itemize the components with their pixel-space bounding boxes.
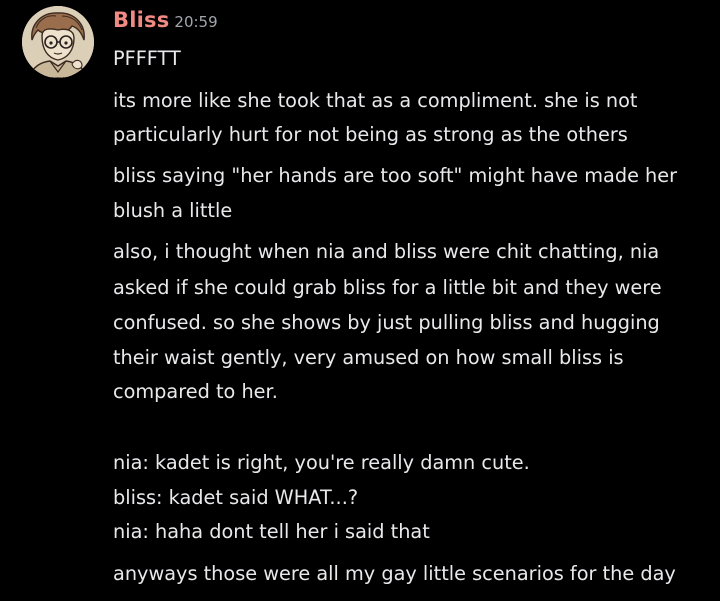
- message-line: compared to her.: [113, 380, 278, 403]
- message-line: bliss: kadet said WHAT...?: [113, 486, 359, 509]
- message-line: blush a little: [113, 199, 233, 222]
- message-line: their waist gently, very amused on how s…: [113, 346, 624, 369]
- username[interactable]: Bliss: [113, 8, 169, 32]
- message-line: asked if she could grab bliss for a litt…: [113, 276, 662, 299]
- message-line: confused. so she shows by just pulling b…: [113, 311, 660, 334]
- user-avatar[interactable]: [22, 6, 94, 78]
- message-line: particularly hurt for not being as stron…: [113, 123, 628, 146]
- message-line: PFFFTT: [113, 47, 181, 70]
- message-line: bliss saying "her hands are too soft" mi…: [113, 164, 678, 187]
- message-line: nia: haha dont tell her i said that: [113, 520, 430, 543]
- message-line: anyways those were all my gay little sce…: [113, 562, 676, 585]
- timestamp[interactable]: 20:59: [174, 13, 217, 31]
- message-line: nia: kadet is right, you're really damn …: [113, 451, 530, 474]
- message-line: its more like she took that as a complim…: [113, 89, 638, 112]
- anime-character-avatar-icon: [22, 6, 94, 78]
- message-header: Bliss 20:59: [113, 8, 218, 32]
- message-line: also, i thought when nia and bliss were …: [113, 240, 660, 263]
